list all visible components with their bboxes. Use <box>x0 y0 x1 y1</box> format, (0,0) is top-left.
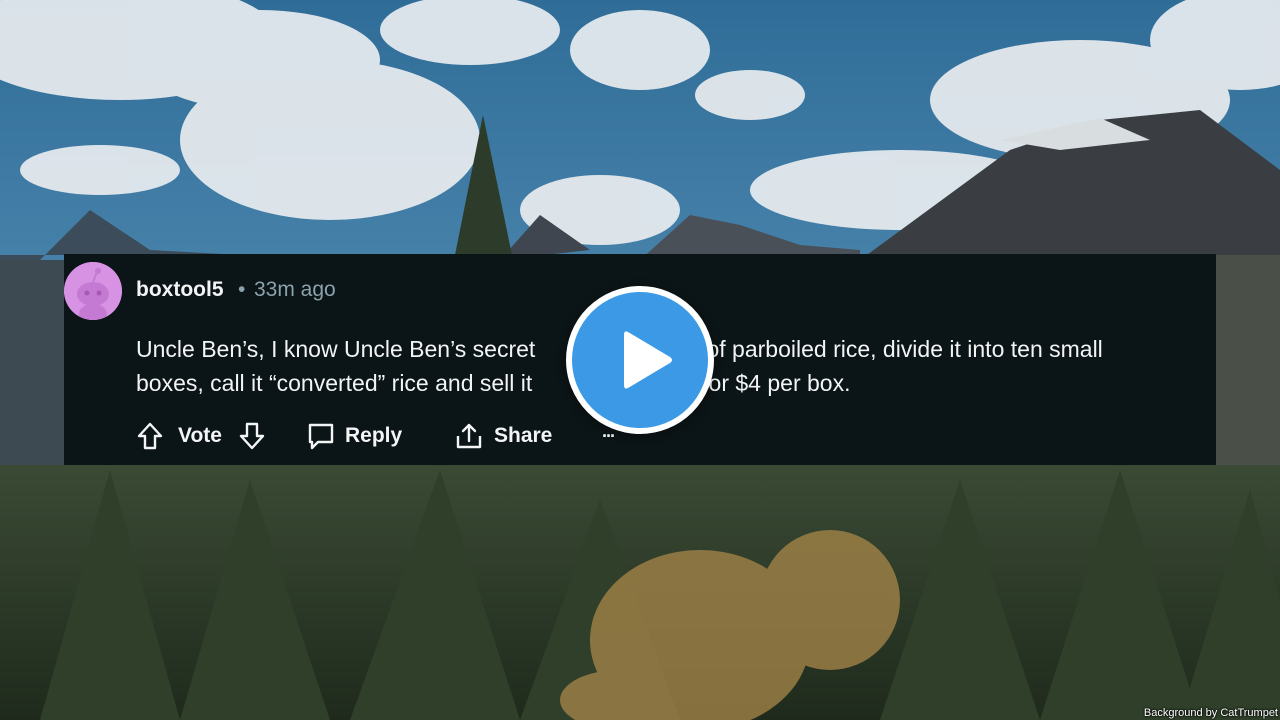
comment-line-2-start: boxes, call it “converted” rice and sell… <box>136 370 533 396</box>
share-label: Share <box>494 424 553 447</box>
comment-line-1-start: Uncle Ben’s, I know Uncle Ben’s secret <box>136 336 536 362</box>
play-button[interactable] <box>566 286 714 434</box>
username[interactable]: boxtool5 <box>136 278 224 302</box>
background-credit: Background by CatTrumpet <box>1143 707 1278 719</box>
speech-bubble-icon <box>308 423 334 450</box>
avatar[interactable] <box>64 262 122 320</box>
meta-separator: • <box>238 278 246 301</box>
arrow-down-icon <box>239 422 265 450</box>
share-icon <box>456 423 482 449</box>
comment-line-1-end: g of parboiled rice, divide it into ten … <box>687 336 1103 362</box>
downvote-button[interactable] <box>238 418 266 454</box>
share-button[interactable]: Share <box>454 418 552 454</box>
vote-label: Vote <box>178 424 222 447</box>
play-icon <box>624 331 672 389</box>
upvote-button[interactable] <box>136 418 164 454</box>
reply-label: Reply <box>345 424 403 447</box>
reply-button[interactable]: Reply <box>306 418 402 454</box>
timestamp: 33m ago <box>254 278 336 301</box>
reddit-snoo-avatar-icon <box>64 262 122 320</box>
arrow-up-icon <box>137 422 163 450</box>
